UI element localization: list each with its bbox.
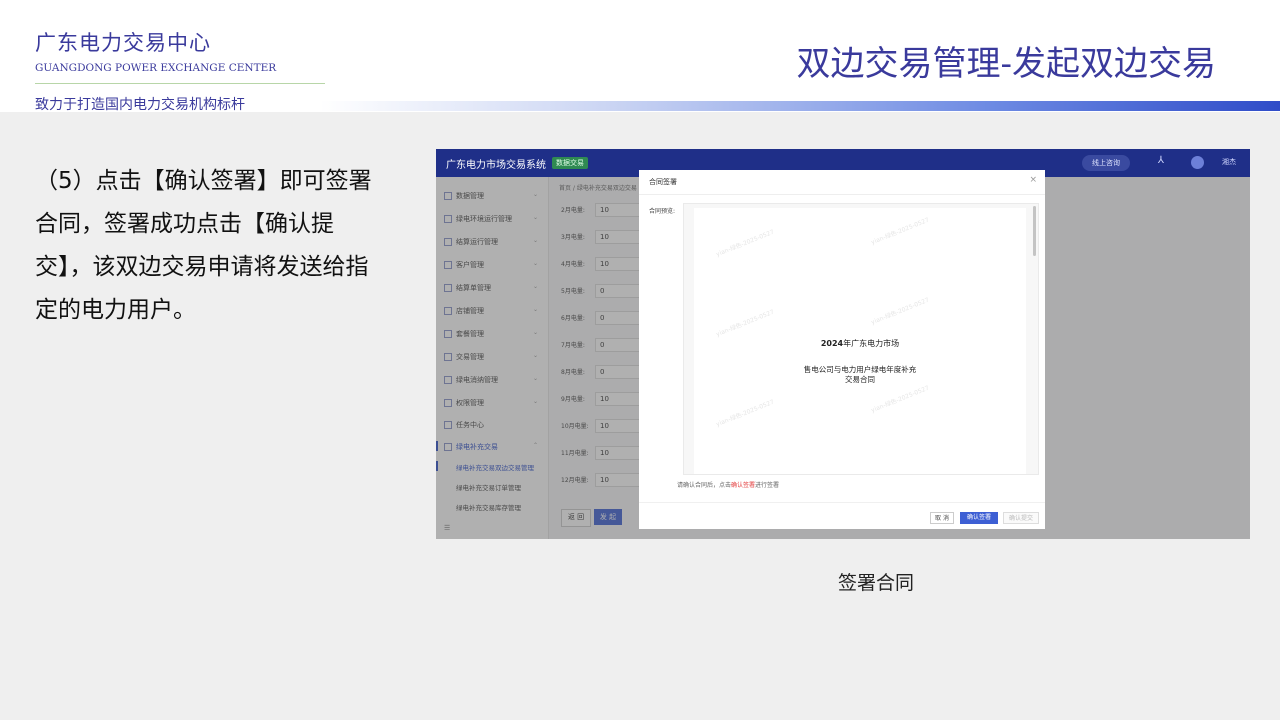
- preview-label: 合同预览:: [649, 208, 676, 215]
- header-divider: [35, 83, 325, 84]
- app-title: 广东电力市场交易系统: [446, 160, 546, 171]
- modal-title: 合同签署: [649, 178, 677, 186]
- confirm-submit-button[interactable]: 确认提交: [1003, 512, 1039, 524]
- org-name-cn: 广东电力交易中心: [35, 31, 211, 55]
- watermark: yian-绿色-2025-0527: [715, 398, 776, 429]
- app-screenshot: 广东电力市场交易系统 数据交易 线上咨询 ⅄ 湘杰 数据管理 ⌄ 绿电环境运行管理…: [436, 149, 1250, 539]
- sign-hint: 请确认合同后，点击确认签署进行签署: [677, 480, 779, 489]
- modal-divider: [639, 194, 1045, 195]
- watermark: yian-绿色-2025-0527: [870, 296, 931, 327]
- contract-name: 售电公司与电力用户绿电年度补充 交易合同: [694, 365, 1026, 385]
- watermark: yian-绿色-2025-0527: [870, 384, 931, 415]
- contract-sign-modal: 合同签署 × 合同预览: yian-绿色-2025-0527 yian-绿色-2…: [639, 170, 1045, 529]
- org-name-en: GUANGDONG POWER EXCHANGE CENTER: [35, 62, 277, 74]
- header-gradient-bar: [320, 101, 1280, 111]
- cancel-button[interactable]: 取 消: [930, 512, 954, 524]
- preview-scrollbar[interactable]: [1033, 206, 1036, 256]
- close-icon[interactable]: ×: [1029, 175, 1037, 185]
- contract-preview[interactable]: yian-绿色-2025-0527 yian-绿色-2025-0527 yian…: [683, 203, 1039, 475]
- contract-year: 2024: [820, 339, 844, 348]
- confirm-sign-button[interactable]: 确认签署: [960, 512, 998, 524]
- contract-name-line2: 交易合同: [845, 375, 875, 384]
- watermark: yian-绿色-2025-0527: [715, 308, 776, 339]
- hint-text: 请确认合同后，点击: [677, 482, 732, 489]
- user-avatar[interactable]: [1191, 156, 1204, 169]
- slide-header: 广东电力交易中心 GUANGDONG POWER EXCHANGE CENTER…: [0, 0, 1280, 113]
- instruction-text: （5）点击【确认签署】即可签署合同，签署成功点击【确认提交】，该双边交易申请将发…: [35, 168, 372, 323]
- figure-caption: 签署合同: [837, 572, 914, 594]
- watermark: yian-绿色-2025-0527: [715, 228, 776, 259]
- page-title: 双边交易管理-发起双边交易: [796, 44, 1217, 84]
- modal-footer-divider: [639, 502, 1045, 503]
- hint-text-end: 进行签署: [755, 482, 780, 489]
- user-name[interactable]: 湘杰: [1222, 157, 1236, 167]
- org-slogan: 致力于打造国内电力交易机构标杆: [35, 97, 245, 113]
- contract-year-suffix: 年广东电力市场: [843, 339, 900, 348]
- contract-page: yian-绿色-2025-0527 yian-绿色-2025-0527 yian…: [694, 208, 1026, 474]
- env-tag: 数据交易: [552, 157, 588, 169]
- online-consult-button[interactable]: 线上咨询: [1082, 155, 1130, 171]
- watermark: yian-绿色-2025-0527: [870, 216, 931, 247]
- contract-year-line: 2024年广东电力市场: [694, 338, 1026, 349]
- contract-name-line1: 售电公司与电力用户绿电年度补充: [803, 365, 917, 374]
- network-icon[interactable]: ⅄: [1158, 155, 1164, 166]
- hint-link: 确认签署: [731, 482, 756, 489]
